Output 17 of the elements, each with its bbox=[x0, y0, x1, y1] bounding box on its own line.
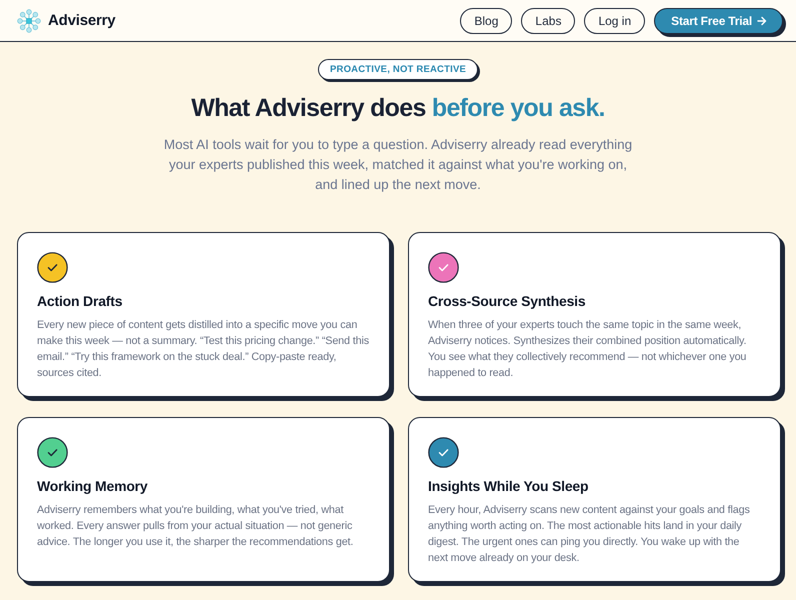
nav-button[interactable]: Blog bbox=[460, 8, 512, 34]
feature-title: Cross-Source Synthesis bbox=[428, 292, 586, 310]
arrow-icon bbox=[757, 16, 767, 26]
nav-button[interactable]: Log in bbox=[584, 8, 646, 34]
feature-title: Working Memory bbox=[37, 477, 149, 495]
logo-icon bbox=[17, 8, 41, 32]
feature-title: Action Drafts bbox=[37, 292, 124, 310]
brand-name[interactable]: Adviserry bbox=[48, 12, 116, 29]
feature-description: Every hour, Adviserry scans new content against your goals and flags anything worth acting on. The most actionable hits land in your daily digest. The urgent ones can ping you directly. You wake up with the next move already on your desk. bbox=[428, 503, 751, 566]
feature-description: Adviserry remembers what you're building, what you've tried, what worked. Every answer pulls from your actual situation — not generic advice. The longer you use it, the sharper the recommendations get. bbox=[37, 503, 354, 550]
feature-title: Insights While You Sleep bbox=[428, 477, 590, 495]
nav-button[interactable]: Labs bbox=[521, 8, 576, 34]
hero-subtitle: Most AI tools wait for you to type a question. Adviserry already read everything your experts published this week, matched it against what you're working on, and lined up the next move. bbox=[163, 136, 633, 194]
feature-description: Every new piece of content gets distilled into a specific move you can make this week — not a summary. “Test this pricing change.” “Send this email.” “Try this framework on the stuck deal.” Copy-paste ready, sources cited. bbox=[37, 318, 370, 381]
hero-heading: What Adviserry does before you ask. bbox=[191, 93, 605, 123]
section-badge: PROACTIVE, NOT REACTIVE bbox=[318, 59, 478, 80]
feature-description: When three of your experts touch the same topic in the same week, Adviserry notices. Synthesizes their combined position automatically. You see what they collectively recommend — not whichever one you happened to read. bbox=[428, 318, 748, 381]
